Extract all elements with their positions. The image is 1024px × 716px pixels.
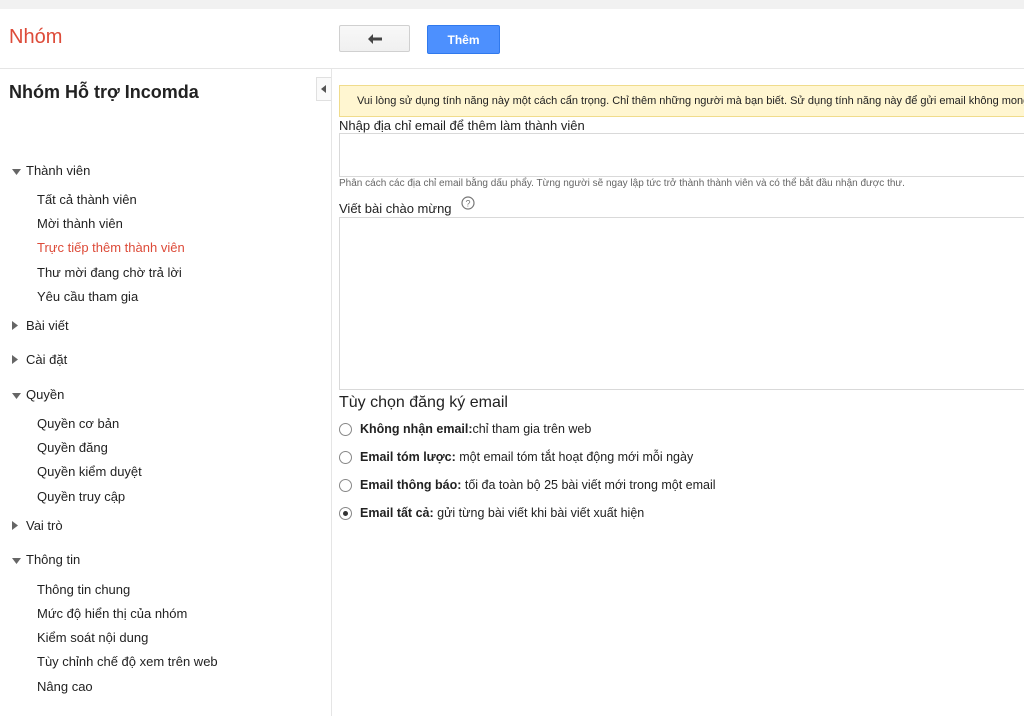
section-label: Thành viên: [26, 163, 91, 178]
sidebar-item-group-visibility[interactable]: Mức độ hiển thị của nhóm: [37, 606, 187, 621]
section-label: Bài viết: [26, 318, 69, 333]
option-all-email[interactable]: Email tất cả: gửi từng bài viết khi bài …: [339, 506, 644, 520]
sidebar-section-members[interactable]: Thành viên: [12, 163, 90, 178]
sidebar-section-roles[interactable]: Vai trò: [12, 518, 63, 533]
collapse-sidebar-button[interactable]: [316, 77, 331, 101]
section-label: Vai trò: [26, 518, 63, 533]
option-description: tối đa toàn bộ 25 bài viết mới trong một…: [461, 478, 716, 492]
sidebar-section-settings[interactable]: Cài đặt: [12, 352, 67, 367]
caret-down-icon: [12, 387, 22, 402]
welcome-message-textarea[interactable]: [339, 217, 1024, 390]
welcome-label: Viết bài chào mừng: [339, 201, 452, 216]
email-label: Nhập địa chỉ email để thêm làm thành viê…: [339, 118, 585, 133]
sidebar-section-information[interactable]: Thông tin: [12, 552, 80, 567]
sidebar-item-basic-permissions[interactable]: Quyền cơ bản: [37, 416, 119, 431]
email-hint: Phân cách các địa chỉ email bằng dấu phẩ…: [339, 178, 905, 189]
sidebar-item-moderation-permissions[interactable]: Quyền kiểm duyệt: [37, 464, 142, 479]
section-label: Quyền: [26, 387, 65, 402]
radio-button[interactable]: [339, 478, 352, 492]
option-title: Email tất cả:: [360, 506, 434, 520]
email-input[interactable]: [339, 133, 1024, 177]
caret-down-icon: [12, 552, 22, 567]
section-label: Cài đặt: [26, 352, 68, 367]
sidebar-item-join-requests[interactable]: Yêu cầu tham gia: [37, 289, 138, 304]
top-strip: [0, 0, 1024, 9]
header: Nhóm Thêm: [0, 9, 1024, 69]
app-title: Nhóm: [9, 26, 63, 48]
sidebar-item-advanced[interactable]: Nâng cao: [37, 679, 93, 694]
warning-notice: Vui lòng sử dụng tính năng này một cách …: [339, 85, 1024, 117]
option-digest[interactable]: Email tóm lược: một email tóm tắt hoạt đ…: [339, 450, 693, 464]
caret-right-icon: [12, 318, 22, 333]
option-description: chỉ tham gia trên web: [472, 422, 592, 436]
option-no-email[interactable]: Không nhận email: chỉ tham gia trên web: [339, 422, 591, 436]
radio-button-checked[interactable]: [339, 506, 352, 520]
sidebar-item-web-view-customization[interactable]: Tùy chỉnh chế độ xem trên web: [37, 654, 218, 669]
add-button[interactable]: Thêm: [427, 25, 500, 54]
back-arrow-icon: [367, 33, 382, 44]
sidebar-section-posts[interactable]: Bài viết: [12, 318, 69, 333]
sidebar-item-direct-add-members[interactable]: Trực tiếp thêm thành viên: [37, 240, 185, 255]
sidebar-item-pending-invitations[interactable]: Thư mời đang chờ trả lời: [37, 265, 182, 280]
option-description: một email tóm tắt hoạt động mới mỗi ngày: [455, 450, 694, 464]
back-button[interactable]: [339, 25, 410, 52]
caret-left-icon: [321, 85, 326, 93]
section-label: Thông tin: [26, 552, 81, 567]
sidebar-item-posting-permissions[interactable]: Quyền đăng: [37, 440, 108, 455]
sidebar-item-invite-members[interactable]: Mời thành viên: [37, 216, 123, 231]
radio-button[interactable]: [339, 450, 352, 464]
subscription-title: Tùy chọn đăng ký email: [339, 394, 508, 411]
sidebar-item-access-permissions[interactable]: Quyền truy cập: [37, 489, 125, 504]
sidebar-item-all-members[interactable]: Tất cả thành viên: [37, 192, 137, 207]
svg-text:?: ?: [465, 199, 470, 209]
sidebar-item-general-info[interactable]: Thông tin chung: [37, 582, 130, 597]
caret-down-icon: [12, 163, 22, 178]
sidebar-section-permissions[interactable]: Quyền: [12, 387, 64, 402]
radio-button[interactable]: [339, 422, 352, 436]
option-title: Email tóm lược:: [360, 450, 456, 464]
option-title: Email thông báo:: [360, 478, 462, 492]
option-description: gửi từng bài viết khi bài viết xuất hiện: [433, 506, 645, 520]
caret-right-icon: [12, 518, 22, 533]
option-title: Không nhận email:: [360, 422, 473, 436]
option-abridged[interactable]: Email thông báo: tối đa toàn bộ 25 bài v…: [339, 478, 716, 492]
group-name: Nhóm Hỗ trợ Incomda: [9, 82, 199, 102]
sidebar-item-content-control[interactable]: Kiểm soát nội dung: [37, 630, 148, 645]
question-circle-icon[interactable]: ?: [461, 196, 475, 210]
caret-right-icon: [12, 352, 22, 367]
